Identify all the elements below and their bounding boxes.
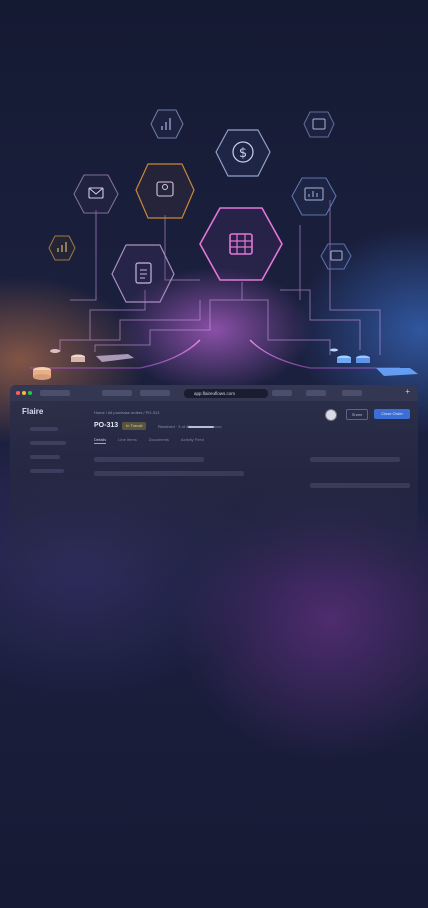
browser-tab[interactable] <box>306 390 326 396</box>
browser-window: app.flaireuflows.com + Flaire Home / All… <box>10 385 418 585</box>
receipt-progress <box>188 426 222 428</box>
avatar[interactable] <box>325 409 337 421</box>
table-icon <box>199 207 283 281</box>
tab-bar: Details Line Items Documents Activity Fe… <box>94 437 204 444</box>
app-logo: Flaire <box>22 407 44 416</box>
browser-tab[interactable] <box>342 390 362 396</box>
detail-row <box>310 483 410 488</box>
close-dot[interactable] <box>16 391 20 395</box>
tab-details[interactable]: Details <box>94 437 107 444</box>
sidebar-item[interactable] <box>30 455 60 459</box>
detail-row <box>94 457 204 462</box>
share-button[interactable]: Share <box>346 409 368 420</box>
breadcrumb: Home / All purchase orders / PO-313 <box>94 410 160 415</box>
receipt-progress-fill <box>188 426 214 428</box>
user-card-icon <box>135 163 195 219</box>
browser-tab[interactable] <box>272 390 292 396</box>
image-icon <box>320 243 352 270</box>
maximize-dot[interactable] <box>28 391 32 395</box>
sidebar-item[interactable] <box>30 441 66 445</box>
tab-activity-feed[interactable]: Activity Feed <box>181 437 204 444</box>
close-order-button[interactable]: Close Order <box>374 409 410 419</box>
browser-tab[interactable] <box>102 390 132 396</box>
svg-text:$: $ <box>239 146 247 161</box>
new-tab-icon[interactable]: + <box>405 387 410 396</box>
sidebar-item[interactable] <box>30 427 58 431</box>
page-title: PO-313 <box>94 422 119 429</box>
detail-row <box>94 471 244 476</box>
hero-illustration: $ <box>30 109 418 385</box>
tab-documents[interactable]: Documents <box>149 437 169 444</box>
browser-tab[interactable] <box>40 390 70 396</box>
minimize-dot[interactable] <box>22 391 26 395</box>
browser-toolbar: app.flaireuflows.com + <box>10 385 418 401</box>
url-bar[interactable]: app.flaireuflows.com <box>184 389 268 398</box>
bar-chart-icon <box>150 109 184 139</box>
presentation-chart-icon <box>291 177 337 216</box>
status-badge: In Transit <box>122 422 147 430</box>
sidebar-item[interactable] <box>30 469 64 473</box>
detail-row <box>310 457 400 462</box>
image-icon <box>303 111 335 138</box>
tab-line-items[interactable]: Line Items <box>118 437 136 444</box>
browser-tab[interactable] <box>140 390 170 396</box>
